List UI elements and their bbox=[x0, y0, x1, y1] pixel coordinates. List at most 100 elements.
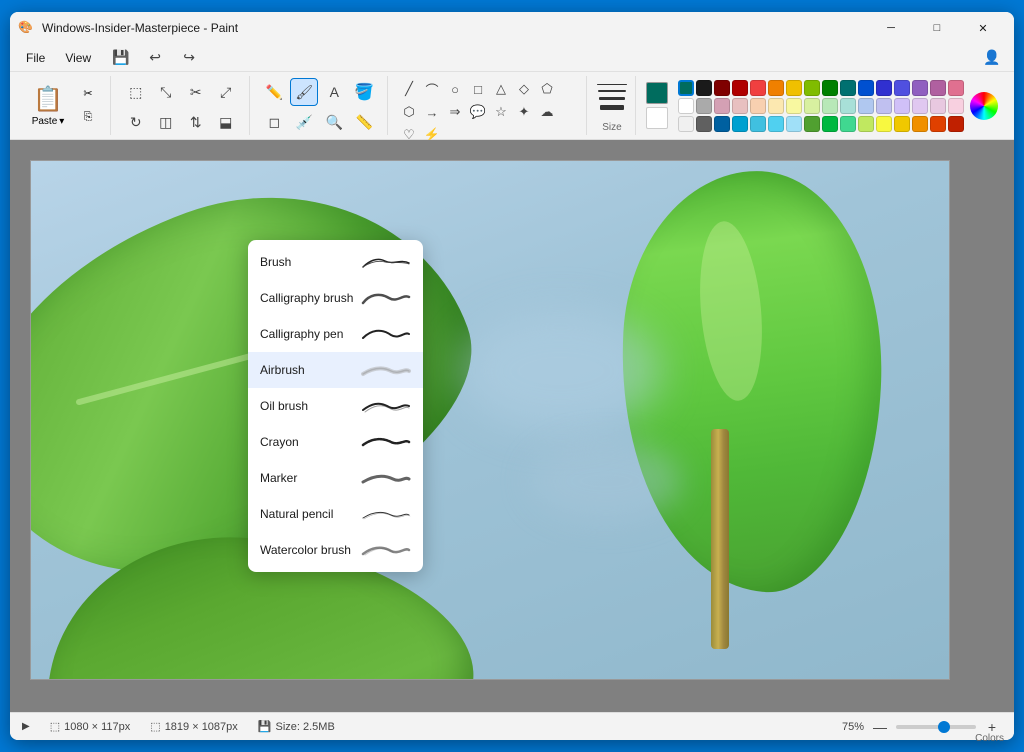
swatch-darkred[interactable] bbox=[714, 80, 730, 96]
fill-button[interactable]: 🪣 bbox=[350, 78, 378, 106]
swatch-brightyellow[interactable] bbox=[876, 116, 892, 132]
size-3px[interactable] bbox=[599, 97, 625, 100]
swatch-skyblue[interactable] bbox=[732, 116, 748, 132]
swatch-purple[interactable] bbox=[894, 80, 910, 96]
shape-arrow[interactable]: → bbox=[421, 101, 443, 123]
swatch-cornflower[interactable] bbox=[750, 116, 766, 132]
redo-button[interactable]: ↪ bbox=[175, 44, 203, 72]
shape-rect[interactable]: □ bbox=[467, 78, 489, 100]
flip-button[interactable]: ⇅ bbox=[182, 108, 210, 136]
swatch-lightpink[interactable] bbox=[948, 98, 964, 114]
swatch-lightred[interactable] bbox=[750, 80, 766, 96]
shape-diamond[interactable]: ◇ bbox=[513, 78, 535, 100]
select-rectangle-button[interactable]: ⬚ bbox=[122, 78, 150, 106]
swatch-blue[interactable] bbox=[858, 80, 874, 96]
swatch-rose[interactable] bbox=[714, 98, 730, 114]
swatch-aqua[interactable] bbox=[768, 116, 784, 132]
swatch-orange[interactable] bbox=[768, 80, 784, 96]
swatch-lightlime[interactable] bbox=[804, 98, 820, 114]
swatch-teal[interactable] bbox=[678, 80, 694, 96]
menu-view[interactable]: View bbox=[57, 49, 99, 67]
swatch-crimson[interactable] bbox=[948, 116, 964, 132]
canvas[interactable] bbox=[30, 160, 950, 680]
nav-arrow[interactable]: ▶ bbox=[22, 721, 30, 732]
size-1px[interactable] bbox=[597, 84, 627, 85]
canvas-container[interactable]: Brush Calligraphy brush Calligraphy pen … bbox=[10, 140, 1014, 712]
swatch-gold[interactable] bbox=[894, 116, 910, 132]
zoom-tool-button[interactable]: 🔍 bbox=[320, 108, 348, 136]
swatch-lightgray[interactable] bbox=[678, 116, 694, 132]
swatch-red[interactable] bbox=[732, 80, 748, 96]
brush-item-oil-brush[interactable]: Oil brush bbox=[248, 388, 423, 424]
swatch-lightyellow[interactable] bbox=[786, 98, 802, 114]
select-free-button[interactable]: ⤡ bbox=[152, 78, 180, 106]
swatch-vermillion[interactable] bbox=[930, 116, 946, 132]
swatch-violet[interactable] bbox=[912, 80, 928, 96]
brush-item-watercolor-brush[interactable]: Watercolor brush bbox=[248, 532, 423, 568]
swatch-mauve[interactable] bbox=[930, 80, 946, 96]
brush-item-natural-pencil[interactable]: Natural pencil bbox=[248, 496, 423, 532]
swatch-mint[interactable] bbox=[840, 116, 856, 132]
color-picker-button[interactable] bbox=[970, 92, 998, 120]
ruler-button[interactable]: 📏 bbox=[350, 108, 378, 136]
shape-star[interactable]: ☆ bbox=[490, 101, 512, 123]
eraser-button[interactable]: ◻ bbox=[260, 108, 288, 136]
shape-cloud[interactable]: ☁ bbox=[536, 101, 558, 123]
swatch-amber[interactable] bbox=[912, 116, 928, 132]
swatch-indigo[interactable] bbox=[876, 80, 892, 96]
swatch-peach[interactable] bbox=[750, 98, 766, 114]
zoom-out-button[interactable]: — bbox=[870, 717, 890, 737]
size-5px[interactable] bbox=[600, 105, 624, 110]
crop-button[interactable]: ✂ bbox=[182, 78, 210, 106]
swatch-pink[interactable] bbox=[948, 80, 964, 96]
copy-button[interactable]: ⎘ bbox=[74, 107, 102, 129]
layer-button[interactable]: ◫ bbox=[152, 108, 180, 136]
menu-file[interactable]: File bbox=[18, 49, 53, 67]
swatch-cream[interactable] bbox=[768, 98, 784, 114]
swatch-lavender[interactable] bbox=[876, 98, 892, 114]
size-2px[interactable] bbox=[598, 90, 626, 92]
paste-button[interactable]: 📋 Paste ▾ bbox=[26, 82, 70, 130]
invert-button[interactable]: ⬓ bbox=[212, 108, 240, 136]
swatch-white[interactable] bbox=[678, 98, 694, 114]
shape-oval[interactable]: ○ bbox=[444, 78, 466, 100]
eyedropper-button[interactable]: 💉 bbox=[290, 108, 318, 136]
shape-hexagon[interactable]: ⬡ bbox=[398, 101, 420, 123]
shape-pentagon[interactable]: ⬠ bbox=[536, 78, 558, 100]
swatch-orchid[interactable] bbox=[912, 98, 928, 114]
swatch-steelblue[interactable] bbox=[714, 116, 730, 132]
color1-swatch[interactable] bbox=[646, 82, 668, 104]
zoom-slider[interactable] bbox=[896, 725, 976, 729]
swatch-fern[interactable] bbox=[804, 116, 820, 132]
swatch-emerald[interactable] bbox=[822, 116, 838, 132]
swatch-gray[interactable] bbox=[696, 98, 712, 114]
brush-button active[interactable]: 🖌 bbox=[290, 78, 318, 106]
shape-arrow2[interactable]: ⇒ bbox=[444, 101, 466, 123]
brush-item-calligraphy-brush[interactable]: Calligraphy brush bbox=[248, 280, 423, 316]
swatch-blush[interactable] bbox=[732, 98, 748, 114]
save-button[interactable]: 💾 bbox=[107, 44, 135, 72]
brush-item-marker[interactable]: Marker bbox=[248, 460, 423, 496]
close-button[interactable]: ✕ bbox=[960, 12, 1006, 44]
shape-line[interactable]: ╱ bbox=[398, 78, 420, 100]
rotate-button[interactable]: ↻ bbox=[122, 108, 150, 136]
brush-item-crayon[interactable]: Crayon bbox=[248, 424, 423, 460]
swatch-yellow[interactable] bbox=[786, 80, 802, 96]
user-icon-button[interactable]: 👤 bbox=[978, 44, 1006, 72]
maximize-button[interactable]: □ bbox=[914, 12, 960, 44]
undo-button[interactable]: ↩ bbox=[141, 44, 169, 72]
cut-button[interactable]: ✂ bbox=[74, 83, 102, 105]
pencil-button[interactable]: ✏️ bbox=[260, 78, 288, 106]
brush-item-calligraphy-pen[interactable]: Calligraphy pen bbox=[248, 316, 423, 352]
resize-button[interactable]: ⤢ bbox=[212, 78, 240, 106]
swatch-lime[interactable] bbox=[804, 80, 820, 96]
brush-item-brush[interactable]: Brush bbox=[248, 244, 423, 280]
color2-swatch[interactable] bbox=[646, 107, 668, 129]
swatch-darkteal[interactable] bbox=[840, 80, 856, 96]
swatch-lightblue[interactable] bbox=[858, 98, 874, 114]
minimize-button[interactable]: ─ bbox=[868, 12, 914, 44]
swatch-yellowgreen[interactable] bbox=[858, 116, 874, 132]
swatch-lightcyan[interactable] bbox=[840, 98, 856, 114]
swatch-thistle[interactable] bbox=[930, 98, 946, 114]
shape-callout[interactable]: 💬 bbox=[467, 101, 489, 123]
